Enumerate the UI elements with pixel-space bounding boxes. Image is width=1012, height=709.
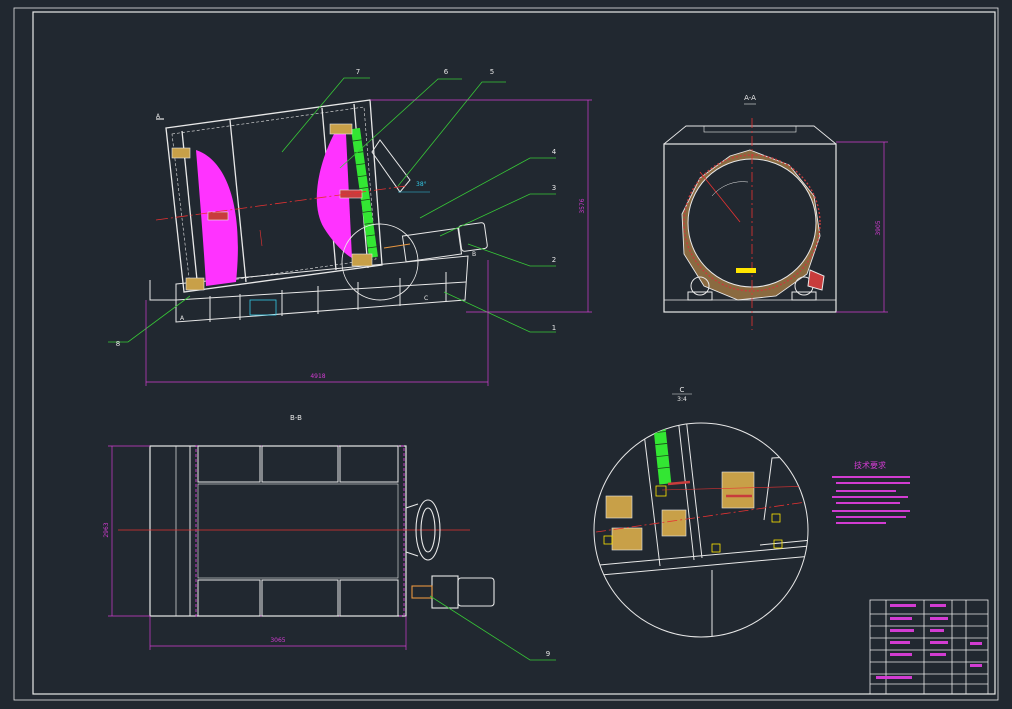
- cad-drawing: 38° A A C B 7 6 5 4 3 2 1 8 4918 3576 A-…: [13, 7, 999, 701]
- detail-mark-c: C: [424, 295, 428, 302]
- part-label-6: 6: [444, 68, 449, 76]
- detail-c-title: C: [680, 386, 685, 394]
- section-aa-title: A-A: [744, 94, 756, 102]
- aa-level-indicator: [736, 268, 756, 273]
- part-label-5: 5: [490, 68, 494, 76]
- technical-notes: 技术要求: [832, 460, 910, 524]
- bb-height-dimension: 2963: [103, 522, 110, 537]
- part-label-9: 9: [546, 650, 550, 658]
- detail-c-scale: 3:4: [677, 396, 687, 403]
- base-inspection-mark: [249, 299, 277, 316]
- detail-c-view: C 3:4: [593, 386, 809, 638]
- title-block: [869, 599, 989, 695]
- drawing-frame: [13, 7, 999, 701]
- section-aa-view: A-A 3905: [663, 94, 888, 330]
- bb-outer-frame: [149, 445, 407, 617]
- part-label-2: 2: [552, 256, 556, 264]
- section-bb-title: B-B: [290, 414, 302, 422]
- main-height-dimension: 3576: [579, 198, 586, 213]
- part-label-7: 7: [356, 68, 360, 76]
- part-label-4: 4: [552, 148, 557, 156]
- notes-title: 技术要求: [854, 460, 886, 470]
- bb-motor: [411, 575, 495, 609]
- part-label-3: 3: [552, 184, 556, 192]
- section-mark-b: B: [472, 251, 476, 258]
- main-elevation-view: 38° A A C B 7 6 5 4 3 2 1 8 4918 3576: [108, 68, 592, 386]
- bb-width-dimension: 3065: [270, 637, 285, 644]
- detail-green-chain: [652, 423, 672, 485]
- angle-label: 38°: [416, 181, 427, 188]
- section-bb-view: B-B 3065 2963 9: [103, 414, 556, 661]
- drive-motor: [371, 139, 488, 263]
- main-width-dimension: 4918: [310, 373, 325, 380]
- part-label-1: 1: [552, 324, 556, 332]
- aa-height-dimension: 3905: [875, 220, 882, 235]
- part-label-8: 8: [116, 340, 120, 348]
